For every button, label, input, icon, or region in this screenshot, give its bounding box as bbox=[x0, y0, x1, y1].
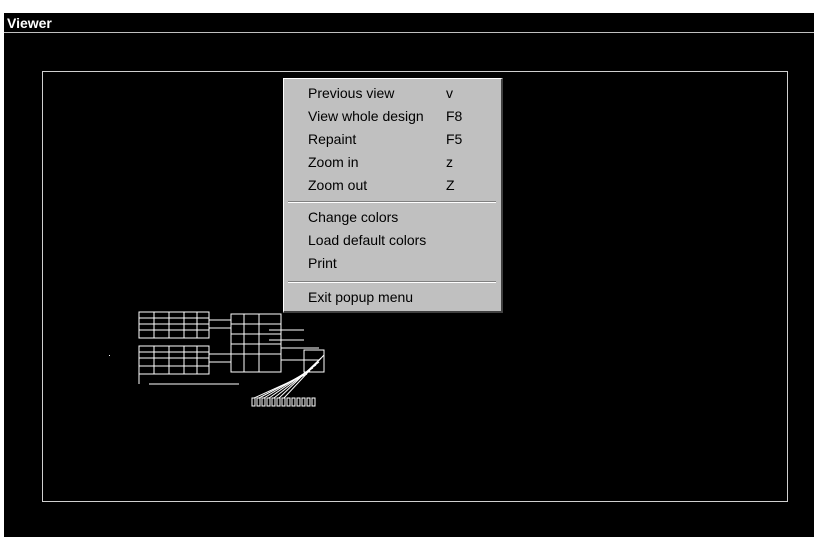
menu-separator bbox=[288, 281, 496, 283]
menu-item-shortcut: v bbox=[446, 85, 453, 101]
menu-item-label: Zoom in bbox=[308, 154, 359, 170]
menu-item-label: Zoom out bbox=[308, 177, 368, 193]
popup-context-menu: Previous view v View whole design F8 Rep… bbox=[283, 78, 503, 313]
menu-separator bbox=[288, 201, 496, 203]
menu-item-label: Change colors bbox=[308, 209, 399, 225]
menu-item-shortcut: F5 bbox=[446, 131, 463, 147]
menu-item-label: Exit popup menu bbox=[308, 289, 414, 305]
menu-item-label: Previous view bbox=[308, 85, 395, 101]
menu-item-shortcut: Z bbox=[446, 177, 455, 193]
menu-item-shortcut: z bbox=[446, 154, 453, 170]
menu-item-shortcut: F8 bbox=[446, 108, 463, 124]
menu-item-label: Load default colors bbox=[308, 232, 427, 248]
window-title: Viewer bbox=[4, 13, 814, 33]
menu-item-label: Repaint bbox=[308, 131, 357, 147]
menu-item-label: Print bbox=[308, 255, 337, 271]
pcb-design-drawing bbox=[109, 311, 325, 407]
menu-item-label: View whole design bbox=[308, 108, 424, 124]
